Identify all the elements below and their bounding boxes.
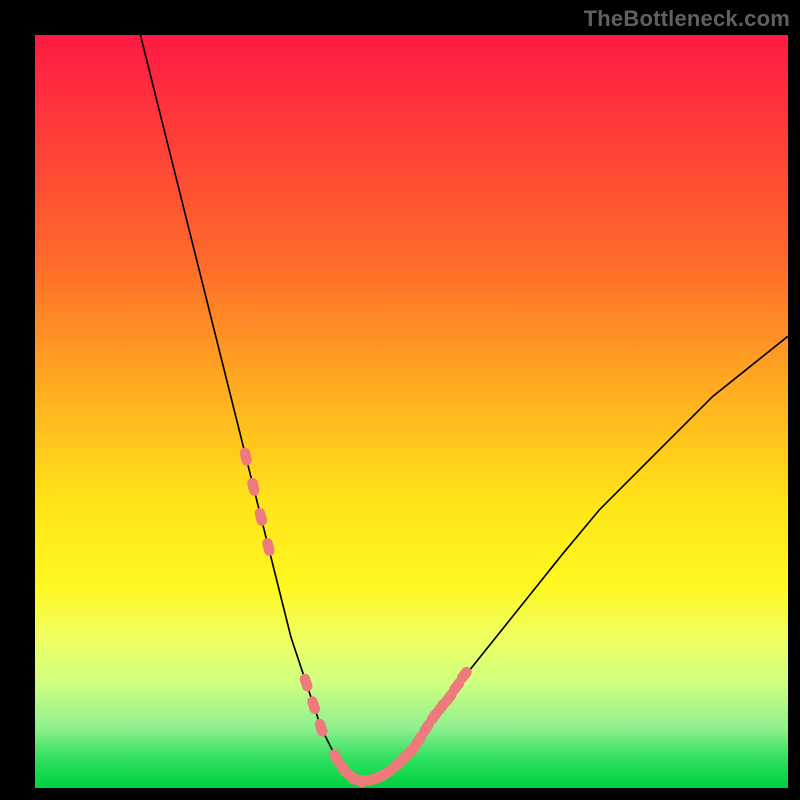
bottleneck-plot [35,35,788,788]
data-marker [298,672,314,692]
watermark-text: TheBottleneck.com [584,6,790,32]
data-marker [246,477,261,497]
marker-group [239,447,474,790]
data-marker [254,507,269,527]
data-marker [313,718,329,738]
data-marker [261,537,276,557]
data-marker [306,695,322,715]
data-marker [239,447,254,467]
